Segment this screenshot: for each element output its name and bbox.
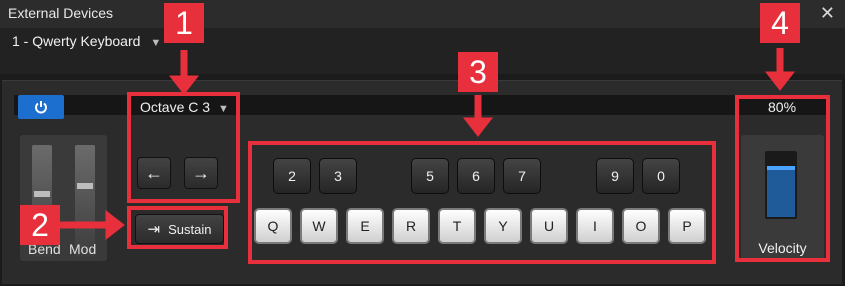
power-icon — [35, 101, 47, 114]
close-icon[interactable]: ✕ — [820, 3, 835, 23]
mod-label: Mod — [69, 241, 97, 257]
window-title: External Devices — [8, 5, 114, 21]
callout-3: 3 — [458, 52, 498, 92]
callout-1: 1 — [164, 3, 204, 43]
highlight-octave — [127, 92, 240, 203]
highlight-keys — [248, 141, 716, 264]
device-bar: 1 - Qwerty Keyboard ▼ — [0, 28, 845, 74]
window-controls: ✕ — [810, 3, 835, 24]
title-bar: External Devices ✕ — [0, 0, 845, 28]
highlight-sustain — [127, 206, 228, 249]
callout-2: 2 — [20, 205, 60, 245]
device-name: 1 - Qwerty Keyboard — [12, 33, 141, 49]
callout-4: 4 — [760, 3, 800, 43]
device-selector[interactable]: 1 - Qwerty Keyboard ▼ — [12, 33, 161, 49]
highlight-velocity — [735, 95, 830, 262]
bend-wheel-knob[interactable] — [34, 191, 50, 197]
mod-wheel-knob[interactable] — [77, 183, 93, 189]
power-button[interactable] — [18, 95, 64, 119]
chevron-down-icon: ▼ — [150, 37, 162, 49]
